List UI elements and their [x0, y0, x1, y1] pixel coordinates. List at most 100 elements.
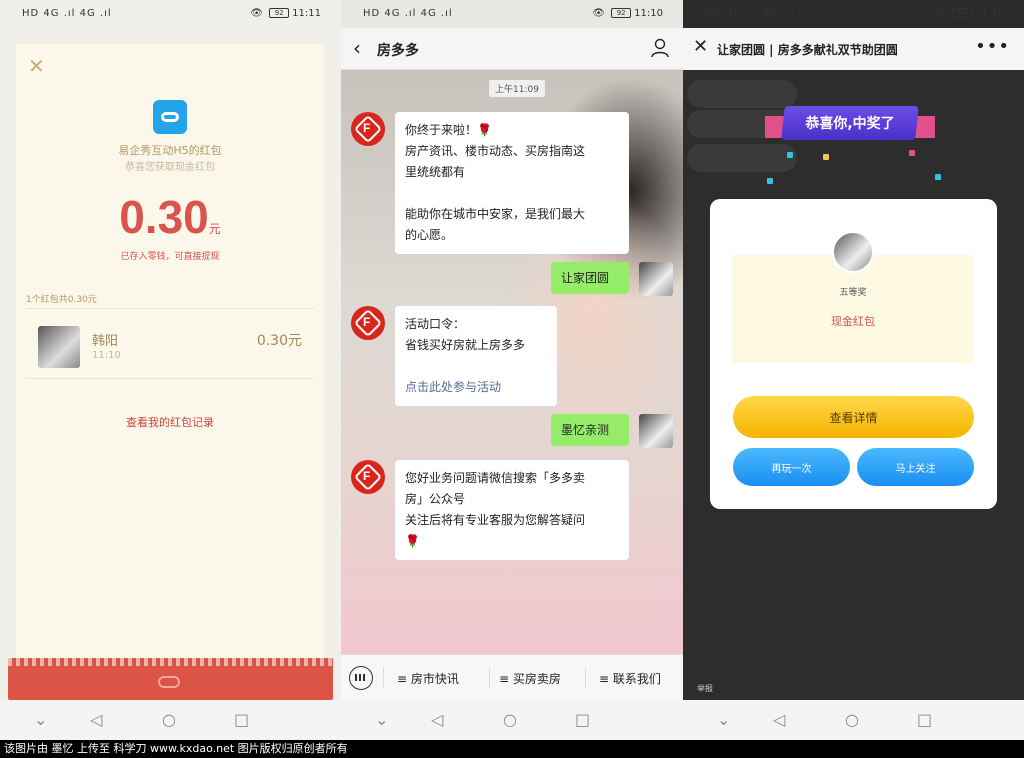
confetti: [935, 174, 941, 180]
divider: [489, 667, 490, 689]
amount-unit: 元: [208, 222, 221, 236]
page-title: 让家团圆 | 房多多献礼双节助团圆: [717, 43, 898, 57]
divider: [383, 667, 384, 689]
nav-recent-icon[interactable]: □: [234, 710, 249, 729]
divider: [26, 378, 314, 379]
red-packet-card: ✕ 易企秀互动H5的红包 恭喜您获取现金红包 0.30元 已存入零钱，可直接提现…: [16, 44, 324, 670]
clock: 11:10: [634, 8, 663, 19]
nav-home-icon[interactable]: ○: [845, 710, 859, 729]
sender-line: 易企秀互动H5的红包: [118, 144, 222, 157]
nav-back-icon[interactable]: ◁: [431, 710, 443, 729]
greeting-line: 恭喜您获取现金红包: [125, 162, 215, 173]
follow-button[interactable]: 马上关注: [857, 448, 974, 486]
red-packet-screen: HD 4G .ıl 4G .ıl 👁 92 11:11 ✕ 易企秀互动H5的红包 …: [0, 0, 341, 740]
red-packet-footer: [8, 658, 333, 700]
page-header: ✕ 让家团圆 | 房多多献礼双节助团圆 •••: [683, 28, 1024, 70]
message-line: 房」公众号: [405, 492, 466, 506]
prize-name: 现金红包: [831, 315, 875, 328]
menu-item-contact[interactable]: ≡ 联系我们: [599, 670, 661, 687]
nav-recent-icon[interactable]: □: [917, 710, 932, 729]
record-time: 11:10: [92, 350, 121, 361]
deposit-note: 已存入零钱，可直接提现: [120, 252, 220, 262]
background-decoration: [687, 144, 797, 172]
avatar: [38, 326, 80, 368]
cloud-mark-icon: [158, 676, 180, 688]
battery-icon: 92: [269, 8, 290, 18]
confetti: [787, 152, 793, 158]
message-line: 房产资讯、楼市动态、买房指南这: [405, 144, 586, 158]
signal-indicators: HD 4G .ıl 4G .ıl: [705, 8, 795, 19]
amount-number: 0.30: [119, 191, 209, 243]
divider: [585, 667, 586, 689]
message-line: 里统统都有: [405, 165, 466, 179]
avatar: [832, 231, 874, 273]
bot-avatar[interactable]: F: [351, 306, 385, 340]
watermark-caption: 该图片由 墨忆 上传至 科学刀 www.kxdao.net 图片版权归原创者所有: [0, 740, 1024, 758]
nav-home-icon[interactable]: ○: [503, 710, 517, 729]
chat-screen: HD 4G .ıl 4G .ıl 👁 92 11:10 ‹ 房多多 上午11:09…: [341, 0, 683, 740]
status-bar: HD 4G .ıl 4G .ıl 👁 92 11:10: [341, 0, 683, 28]
message-line: 关注后将有专业客服为您解答疑问: [405, 513, 586, 527]
more-icon[interactable]: •••: [975, 36, 1010, 57]
prize-level: 五等奖: [839, 288, 867, 298]
status-bar: HD 4G .ıl 4G .ıl 👁 92 11:11: [0, 0, 341, 28]
status-bar: HD 4G .ıl 4G .ıl 👁 92 11:10: [683, 0, 1024, 28]
nav-down-icon[interactable]: ⌄: [375, 710, 388, 729]
message-line: 省钱买好房就上房多多: [405, 338, 526, 352]
menu-item-buy-sell[interactable]: ≡ 买房卖房: [499, 670, 561, 687]
chat-menu-bar: ≡ 房市快讯 ≡ 买房卖房 ≡ 联系我们: [341, 654, 683, 700]
signal-indicators: HD 4G .ıl 4G .ıl: [22, 8, 112, 19]
bot-avatar[interactable]: F: [351, 460, 385, 494]
prize-modal: 五等奖 现金红包 查看详情 再玩一次 马上关注: [710, 199, 997, 509]
nav-recent-icon[interactable]: □: [575, 710, 590, 729]
avatar[interactable]: [639, 414, 673, 448]
clock: 11:11: [292, 8, 321, 19]
chat-title: 房多多: [377, 43, 419, 59]
message-line: 能助你在城市中安家，是我们最大: [405, 207, 586, 221]
message-bubble-welcome: 你终于来啦！🌹 房产资讯、楼市动态、买房指南这 里统统都有 能助你在城市中安家，…: [395, 112, 629, 254]
activity-link[interactable]: 点击此处参与活动: [405, 377, 547, 398]
packet-count: 1个红包共0.30元: [26, 295, 97, 305]
timestamp: 上午11:09: [489, 80, 545, 97]
system-nav-bar: ⌄ ◁ ○ □: [0, 700, 341, 740]
signal-indicators: HD 4G .ıl 4G .ıl: [363, 8, 453, 19]
play-again-button[interactable]: 再玩一次: [733, 448, 850, 486]
nav-home-icon[interactable]: ○: [162, 710, 176, 729]
keyboard-icon[interactable]: [349, 666, 373, 690]
message-line: 你终于来啦！🌹: [405, 123, 492, 137]
close-icon[interactable]: ✕: [693, 36, 708, 57]
message-bubble-me: 让家团圆: [551, 262, 629, 294]
profile-icon[interactable]: [651, 38, 669, 58]
nav-back-icon[interactable]: ◁: [90, 710, 102, 729]
app-logo-icon: [153, 100, 187, 134]
confetti: [909, 150, 915, 156]
record-value: 0.30元: [256, 333, 302, 349]
nav-down-icon[interactable]: ⌄: [717, 710, 730, 729]
record-name: 韩阳: [92, 334, 119, 349]
view-records-link[interactable]: 查看我的红包记录: [16, 414, 324, 430]
zigzag-edge: [8, 658, 333, 666]
close-icon[interactable]: ✕: [28, 54, 45, 78]
battery-icon: 92: [952, 8, 973, 18]
avatar[interactable]: [639, 262, 673, 296]
lottery-screen: HD 4G .ıl 4G .ıl 👁 92 11:10 ✕ 让家团圆 | 房多多献…: [683, 0, 1024, 740]
status-right: 👁 92 11:10: [592, 8, 663, 19]
divider: [26, 308, 314, 309]
chat-header: ‹ 房多多: [341, 28, 683, 70]
battery-icon: 92: [611, 8, 632, 18]
message-line: 活动口令：: [405, 317, 466, 331]
clock: 11:10: [975, 8, 1004, 19]
back-chevron-icon[interactable]: ‹: [353, 36, 361, 60]
confetti: [767, 178, 773, 184]
menu-item-news[interactable]: ≡ 房市快讯: [397, 670, 459, 687]
system-nav-bar: ⌄ ◁ ○ □: [341, 700, 683, 740]
view-details-button[interactable]: 查看详情: [733, 396, 974, 438]
report-link[interactable]: 举报: [697, 683, 713, 694]
nav-back-icon[interactable]: ◁: [773, 710, 785, 729]
nav-down-icon[interactable]: ⌄: [34, 710, 47, 729]
message-line: 的心愿。: [405, 228, 454, 242]
status-right: 👁 92 11:10: [933, 8, 1004, 19]
bot-avatar[interactable]: F: [351, 112, 385, 146]
amount: 0.30元: [16, 190, 324, 244]
